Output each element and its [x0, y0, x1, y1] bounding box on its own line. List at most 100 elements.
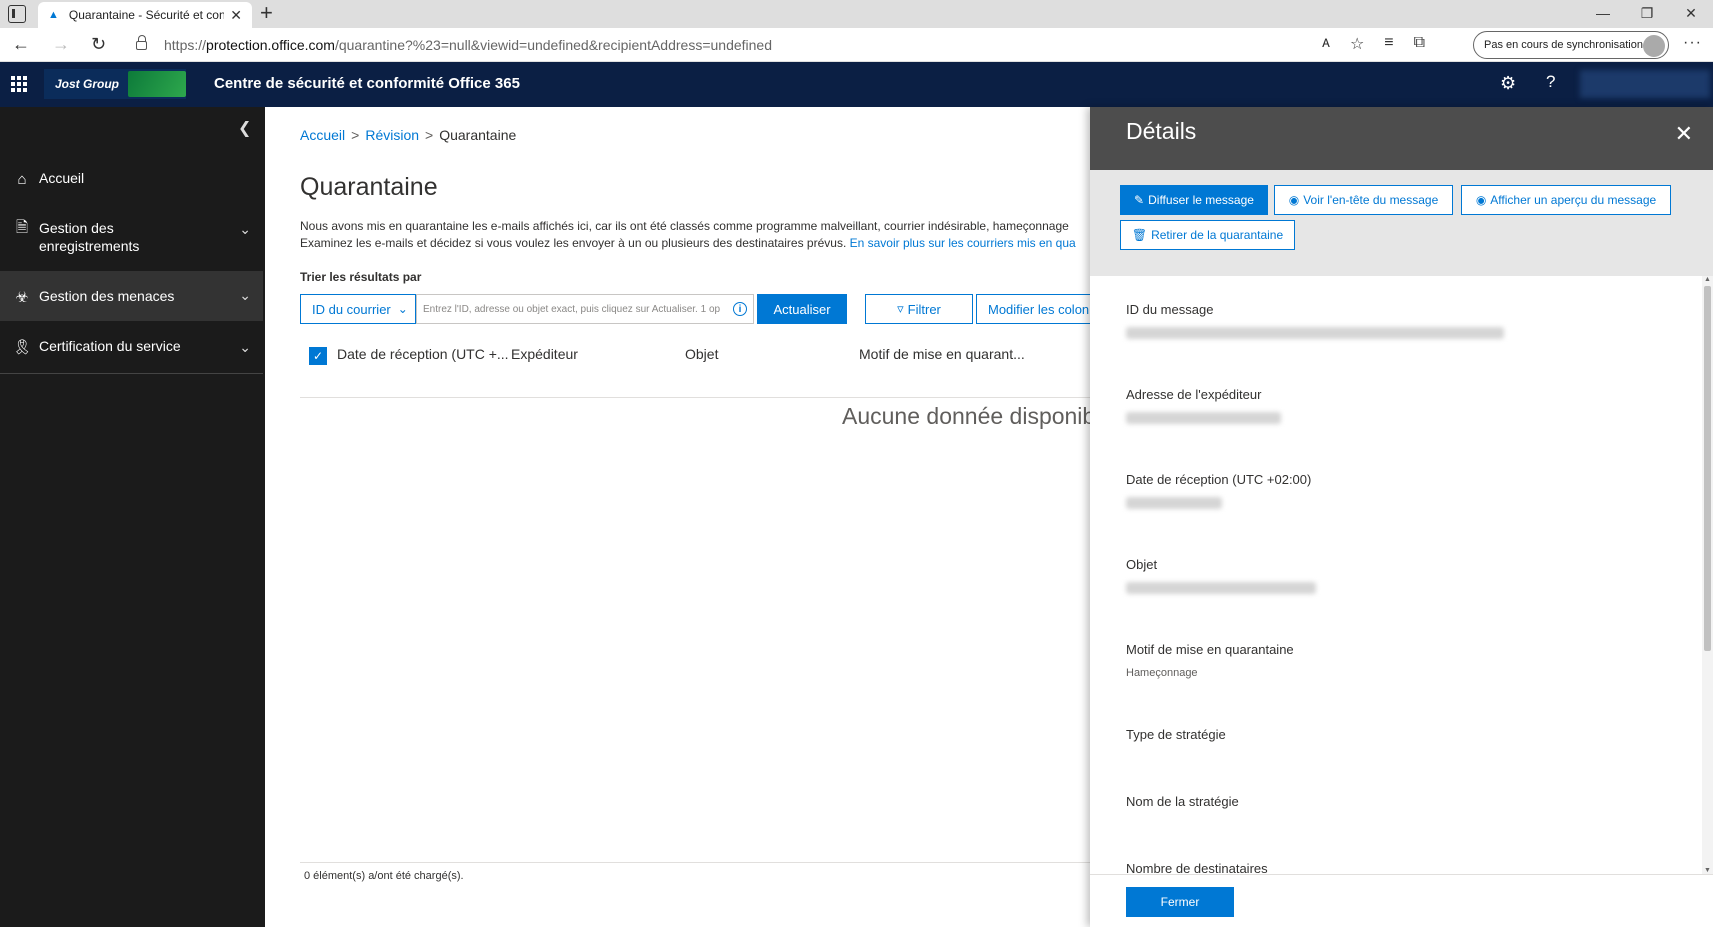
field-reason: Motif de mise en quarantaine Hameçonnage	[1126, 642, 1294, 679]
tab-close-icon[interactable]: ✕	[230, 7, 242, 24]
sidebar-item-certification[interactable]: 🎗 Certification du service ⌄	[0, 337, 263, 357]
field-label: Adresse de l'expéditeur	[1126, 387, 1262, 402]
info-icon[interactable]: i	[733, 302, 747, 316]
logo-graphic	[128, 71, 186, 97]
field-policy-name: Nom de la stratégie	[1126, 794, 1239, 819]
view-header-button[interactable]: ◉ Voir l'en-tête du message	[1274, 185, 1453, 215]
table-divider	[300, 397, 1090, 398]
tab-actions-icon[interactable]	[8, 5, 26, 23]
preview-message-button[interactable]: ◉ Afficher un aperçu du message	[1461, 185, 1671, 215]
window-close-icon[interactable]: ✕	[1669, 0, 1713, 26]
preview-label: Afficher un aperçu du message	[1490, 193, 1657, 207]
url-field[interactable]: https://protection.office.com/quarantine…	[164, 37, 772, 53]
learn-more-link[interactable]: En savoir plus sur les courriers mis en …	[850, 236, 1076, 250]
favorites-icon[interactable]: ≡	[1384, 34, 1393, 54]
sidebar-item-records[interactable]: 🗎 Gestion des enregistrements ⌄	[0, 219, 263, 255]
chevron-down-icon: ⌄	[397, 302, 408, 316]
address-bar: ← → ↻ https://protection.office.com/quar…	[0, 28, 1713, 62]
field-label: Objet	[1126, 557, 1158, 572]
company-logo[interactable]: Jost Group	[44, 69, 186, 99]
url-scheme: https://	[164, 37, 207, 53]
sort-by-select[interactable]: ID du courrier ⌄	[300, 294, 416, 324]
sidebar-item-home[interactable]: ⌂ Accueil	[0, 169, 263, 189]
app-header: Jost Group Centre de sécurité et conform…	[0, 62, 1713, 107]
sync-profile-button[interactable]: Pas en cours de synchronisation	[1473, 31, 1669, 59]
search-input[interactable]	[423, 303, 733, 315]
sidebar-item-threats[interactable]: ☣ Gestion des menaces ⌄	[0, 271, 263, 321]
panel-scrollbar[interactable]: ▲ ▼	[1702, 276, 1713, 874]
main-content: Accueil > Révision > Quarantaine Quarantaine…	[265, 107, 1090, 927]
breadcrumb-review[interactable]: Révision	[365, 127, 419, 143]
panel-action-bar: ✎ Diffuser le message ◉ Voir l'en-tête d…	[1090, 170, 1713, 276]
chevron-down-icon: ⌄	[239, 287, 251, 303]
column-header-subject[interactable]: Objet	[685, 346, 718, 362]
favorite-add-icon[interactable]: ☆	[1350, 34, 1364, 54]
release-label: Diffuser le message	[1148, 193, 1254, 207]
scroll-up-icon[interactable]: ▲	[1704, 276, 1711, 283]
minimize-icon[interactable]: —	[1581, 0, 1625, 26]
scroll-down-icon[interactable]: ▼	[1704, 867, 1711, 874]
logo-text: Jost Group	[55, 77, 120, 91]
breadcrumb-separator: >	[425, 127, 434, 143]
column-header-reason[interactable]: Motif de mise en quarant...	[859, 346, 1025, 362]
field-recipients: Nombre de destinataires	[1126, 861, 1268, 874]
lock-icon[interactable]	[136, 35, 147, 50]
field-value-redacted	[1126, 497, 1222, 509]
view-header-label: Voir l'en-tête du message	[1303, 193, 1439, 207]
filter-label: Filtrer	[907, 301, 941, 317]
collapse-nav-icon[interactable]: ❮	[238, 118, 251, 138]
table-header: ✓ Date de réception (UTC +... Expéditeur…	[300, 338, 1090, 373]
browser-tab[interactable]: ▲ Quarantaine - Sécurité et confor ✕	[38, 2, 252, 28]
refresh-icon[interactable]: ↻	[91, 34, 106, 55]
page-description: Nous avons mis en quarantaine les e-mail…	[300, 218, 1090, 252]
help-icon[interactable]: ?	[1546, 72, 1555, 92]
back-icon[interactable]: ←	[12, 34, 30, 55]
restore-icon[interactable]: ❐	[1625, 0, 1669, 26]
filter-button[interactable]: ▿ Filtrer	[865, 294, 973, 324]
field-label: Date de réception (UTC +02:00)	[1126, 472, 1312, 487]
sidebar-divider	[0, 373, 263, 374]
eye-icon: ◉	[1475, 193, 1487, 207]
column-header-date[interactable]: Date de réception (UTC +...	[337, 346, 509, 362]
new-tab-icon[interactable]: +	[260, 2, 273, 24]
more-icon[interactable]: ···	[1683, 34, 1702, 52]
pencil-icon: ✎	[1134, 193, 1145, 207]
search-box: i	[416, 294, 754, 324]
chevron-down-icon: ⌄	[239, 221, 251, 237]
address-actions: ᴀ ☆ ≡ ⧉	[1322, 34, 1425, 54]
ribbon-icon: 🎗	[12, 339, 32, 356]
refresh-button[interactable]: Actualiser	[757, 294, 847, 324]
app-title[interactable]: Centre de sécurité et conformité Office …	[214, 75, 520, 92]
breadcrumb-home[interactable]: Accueil	[300, 127, 345, 143]
app-launcher-icon[interactable]	[11, 76, 27, 92]
settings-gear-icon[interactable]: ⚙	[1500, 73, 1516, 94]
sidebar-item-label: Gestion des enregistrements	[39, 220, 140, 254]
field-label: ID du message	[1126, 302, 1214, 317]
user-account-blurred[interactable]	[1580, 70, 1710, 98]
modify-columns-button[interactable]: Modifier les colonnes	[976, 294, 1090, 324]
read-aloud-icon[interactable]: ᴀ	[1322, 34, 1330, 54]
panel-title: Détails	[1126, 118, 1197, 144]
field-value-redacted	[1126, 582, 1316, 594]
close-icon[interactable]: ✕	[1675, 121, 1693, 147]
column-header-sender[interactable]: Expéditeur	[511, 346, 578, 362]
field-label: Nombre de destinataires	[1126, 861, 1268, 874]
release-message-button[interactable]: ✎ Diffuser le message	[1120, 185, 1268, 215]
field-sender: Adresse de l'expéditeur	[1126, 387, 1281, 424]
collections-icon[interactable]: ⧉	[1414, 34, 1425, 54]
scrollbar-thumb[interactable]	[1704, 286, 1711, 651]
field-label: Type de stratégie	[1126, 727, 1226, 742]
forward-icon[interactable]: →	[52, 34, 70, 55]
url-host: protection.office.com	[206, 37, 335, 53]
eye-icon: ◉	[1288, 193, 1300, 207]
breadcrumb-current: Quarantaine	[439, 127, 517, 143]
records-icon: 🗎	[15, 218, 29, 236]
select-all-checkbox[interactable]: ✓	[309, 346, 327, 365]
field-message-id: ID du message	[1126, 302, 1504, 339]
remove-from-quarantine-button[interactable]: 🗑 Retirer de la quarantaine	[1120, 220, 1295, 250]
lock-favicon-icon: ▲	[48, 9, 59, 21]
home-icon: ⌂	[17, 170, 27, 188]
close-panel-button[interactable]: Fermer	[1126, 887, 1234, 917]
sync-label: Pas en cours de synchronisation	[1484, 39, 1643, 51]
panel-footer: Fermer	[1090, 874, 1713, 927]
